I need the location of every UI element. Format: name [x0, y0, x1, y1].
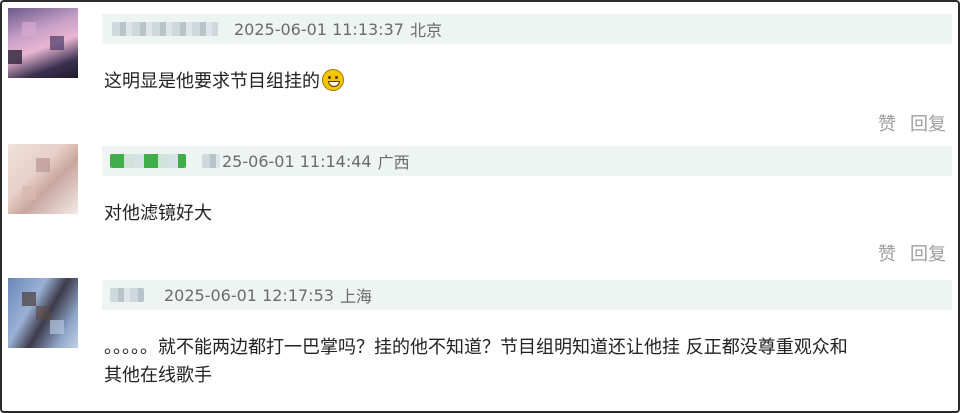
timestamp-redacted: [202, 154, 220, 168]
comment-meta: 2025-06-01 12:17:53 上海: [102, 280, 952, 310]
location: 上海: [339, 287, 372, 306]
avatar[interactable]: [8, 144, 78, 214]
like-button[interactable]: 赞: [878, 240, 896, 266]
like-button[interactable]: 赞: [878, 110, 896, 136]
smiling-face-with-sweat-icon: [322, 69, 344, 91]
reply-button[interactable]: 回复: [910, 240, 946, 266]
comment-actions: 赞 回复: [878, 240, 946, 266]
reply-button[interactable]: 回复: [910, 110, 946, 136]
timestamp: 2025-06-01 11:13:37: [234, 19, 404, 39]
timestamp: 2025-06-01 12:17:53: [164, 285, 334, 305]
location: 广西: [377, 153, 410, 172]
comment-actions: 赞 回复: [878, 110, 946, 136]
comment-text: 对他滤镜好大: [104, 203, 212, 224]
comment-meta: 2025-06-01 11:13:37 北京: [102, 14, 952, 44]
comment-meta: 25-06-01 11:14:44 广西: [102, 146, 952, 176]
comment-list: 2025-06-01 11:13:37 北京 这明显是他要求节目组挂的 赞 回复…: [0, 0, 960, 413]
username-redacted[interactable]: [110, 154, 186, 168]
username-redacted[interactable]: [110, 288, 144, 302]
avatar[interactable]: [8, 278, 78, 348]
timestamp: 25-06-01 11:14:44: [222, 151, 372, 171]
username-redacted[interactable]: [112, 22, 218, 36]
location: 北京: [409, 21, 442, 40]
comment-text: 。。。。。就不能两边都打一巴掌吗？挂的他不知道？节目组明知道还让他挂 反正都没尊…: [104, 337, 848, 386]
comment-text: 这明显是他要求节目组挂的: [104, 68, 950, 96]
avatar[interactable]: [8, 8, 78, 78]
